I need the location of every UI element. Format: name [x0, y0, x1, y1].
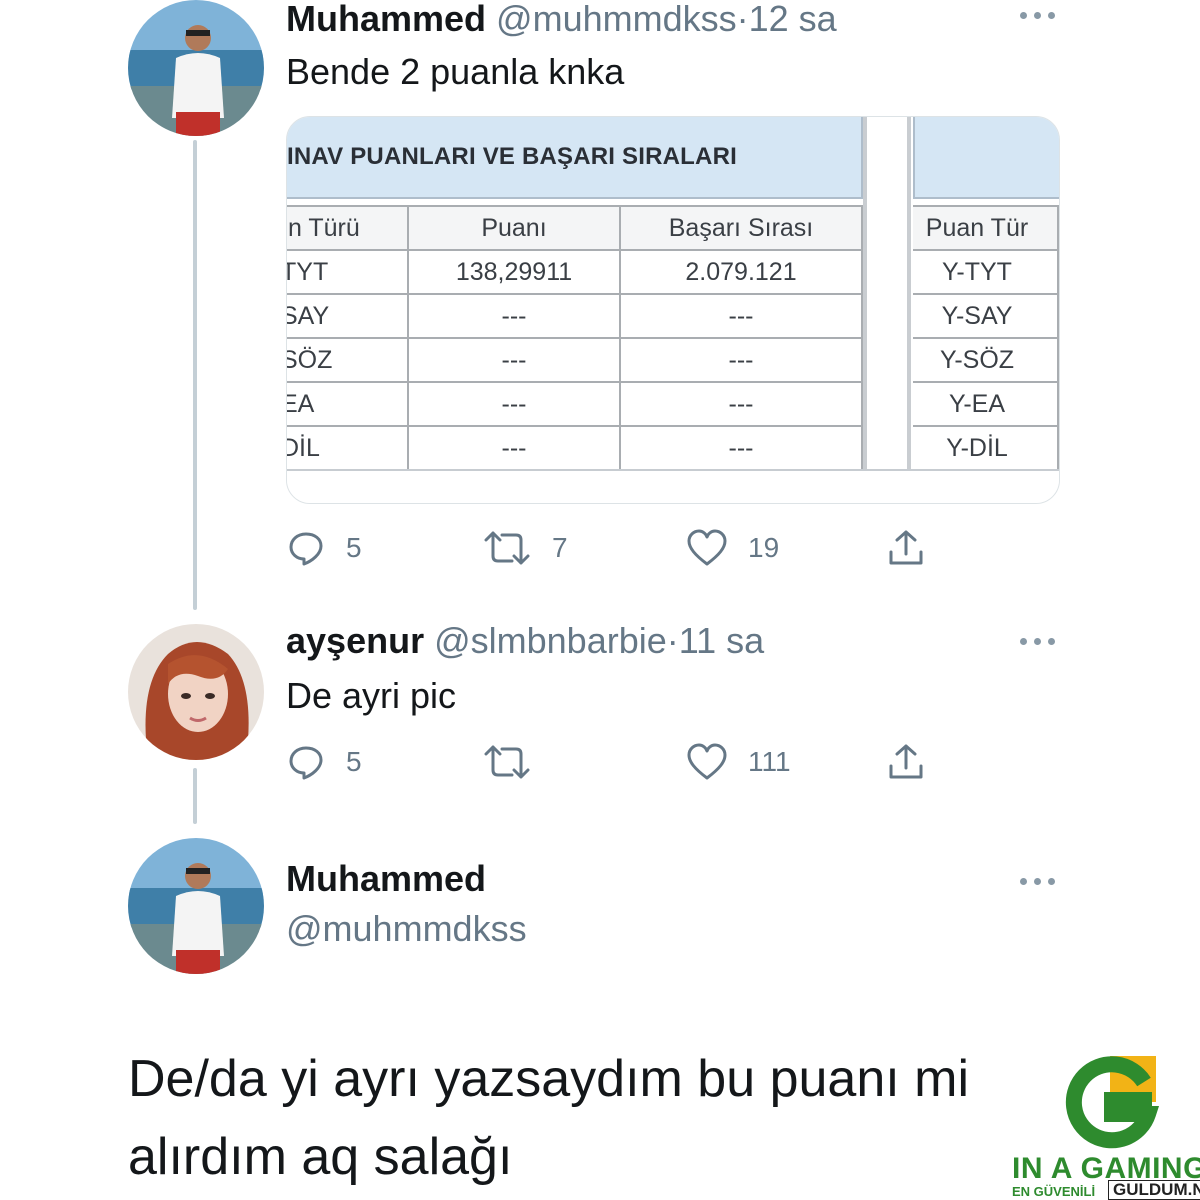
like-icon — [687, 529, 727, 566]
table-row: TYT 138,29911 2.079.121 — [287, 249, 863, 295]
media-divider — [863, 117, 913, 503]
table-cell: 138,29911 — [407, 249, 621, 295]
media-title: INAV PUANLARI VE BAŞARI SIRALARI — [287, 143, 737, 170]
media-header-band: INAV PUANLARI VE BAŞARI SIRALARI — [287, 117, 863, 199]
table-header-cell: Puanı — [407, 205, 621, 251]
avatar[interactable] — [128, 0, 264, 136]
table-cell: --- — [619, 425, 863, 471]
watermark: IN A GAMING EN GÜVENİLİ GULDUM.NET — [1012, 1052, 1200, 1200]
reply-button[interactable]: 5 — [286, 742, 362, 782]
table-cell: EA — [287, 381, 409, 427]
table-cell: --- — [407, 425, 621, 471]
share-button[interactable] — [886, 742, 926, 782]
table-row: Y-SAY — [911, 293, 1059, 339]
tweet-text: De/da yi ayrı yazsaydım bu puanı mi alır… — [128, 1050, 970, 1186]
table-row: SÖZ --- --- — [287, 337, 863, 383]
tweet-actions: 5 111 — [286, 742, 946, 782]
table-cell: 2.079.121 — [619, 249, 863, 295]
retweet-icon — [484, 531, 530, 565]
display-name[interactable]: Muhammed — [286, 0, 486, 39]
user-handle[interactable]: @slmbnbarbie — [434, 620, 667, 661]
table-header-cell: Başarı Sırası — [619, 205, 863, 251]
table-cell: --- — [407, 337, 621, 383]
gaming-logo-icon — [1065, 1056, 1160, 1149]
table-row: Y-DİL — [911, 425, 1059, 471]
media-footer-strip — [287, 469, 1059, 503]
reply-count: 5 — [346, 746, 362, 777]
reply-count: 5 — [346, 532, 362, 563]
table-row: Y-SÖZ — [911, 337, 1059, 383]
table-row: SAY --- --- — [287, 293, 863, 339]
table-cell: --- — [407, 293, 621, 339]
tweet-header: ayşenur @slmbnbarbie·11 sa — [286, 620, 764, 662]
reply-icon — [289, 532, 323, 566]
table-cell: Y-DİL — [911, 425, 1059, 471]
display-name[interactable]: ayşenur — [286, 620, 424, 661]
table-cell: SÖZ — [287, 337, 409, 383]
table-cell: --- — [407, 381, 621, 427]
more-icon[interactable] — [1018, 634, 1058, 648]
table-cell: --- — [619, 381, 863, 427]
table-cell: --- — [619, 337, 863, 383]
retweet-count: 7 — [552, 532, 568, 563]
like-count: 19 — [748, 532, 780, 563]
separator: · — [666, 620, 679, 661]
separator: · — [736, 0, 749, 39]
table-cell: SAY — [287, 293, 409, 339]
table-row: DİL --- --- — [287, 425, 863, 471]
share-icon — [889, 744, 923, 779]
like-count: 111 — [748, 746, 791, 777]
table-row: Y-TYT — [911, 249, 1059, 295]
watermark-tagline: EN GÜVENİLİ — [1012, 1184, 1096, 1199]
more-icon[interactable] — [1018, 8, 1058, 22]
tweet-media-image[interactable]: INAV PUANLARI VE BAŞARI SIRALARI ın Türü… — [286, 116, 1060, 504]
avatar[interactable] — [128, 838, 264, 974]
more-icon[interactable] — [1018, 874, 1058, 888]
table-row: EA --- --- — [287, 381, 863, 427]
table-cell: Y-EA — [911, 381, 1059, 427]
watermark-site: GULDUM.NET — [1108, 1180, 1200, 1200]
tweet-text: De ayri pic — [286, 675, 457, 716]
table-header-cell: ın Türü — [287, 205, 409, 251]
score-table: ın Türü Puanı Başarı Sırası TYT 138,2991… — [287, 205, 863, 471]
tweet-header: Muhammed @muhmmdkss·12 sa — [286, 0, 837, 40]
table-cell: Y-TYT — [911, 249, 1059, 295]
table-header-cell: Puan Tür — [911, 205, 1059, 251]
avatar[interactable] — [128, 624, 264, 760]
user-handle[interactable]: @muhmmdkss — [286, 908, 527, 950]
user-handle[interactable]: @muhmmdkss — [496, 0, 737, 39]
table-cell: DİL — [287, 425, 409, 471]
table-cell: TYT — [287, 249, 409, 295]
media-header-band — [913, 117, 1059, 199]
retweet-button[interactable] — [482, 742, 552, 782]
timestamp[interactable]: 11 sa — [679, 620, 764, 661]
display-name[interactable]: Muhammed — [286, 858, 486, 900]
retweet-button[interactable]: 7 — [482, 528, 568, 568]
tweet-actions: 5 7 19 — [286, 528, 946, 568]
table-row: Y-EA — [911, 381, 1059, 427]
reply-icon — [289, 746, 323, 780]
table-cell: Y-SAY — [911, 293, 1059, 339]
reply-button[interactable]: 5 — [286, 528, 362, 568]
thread-line — [193, 140, 197, 610]
score-table-secondary: Puan Tür Y-TYT Y-SAY Y-SÖZ Y-EA Y-DİL — [911, 205, 1059, 471]
like-button[interactable]: 111 — [686, 742, 791, 782]
tweet-text: Bende 2 puanla knka — [286, 51, 625, 92]
retweet-icon — [484, 745, 530, 779]
share-icon — [889, 530, 923, 565]
like-icon — [687, 743, 727, 780]
timestamp[interactable]: 12 sa — [749, 0, 837, 39]
share-button[interactable] — [886, 528, 926, 568]
like-button[interactable]: 19 — [686, 528, 779, 568]
thread-line — [193, 768, 197, 824]
table-cell: --- — [619, 293, 863, 339]
table-cell: Y-SÖZ — [911, 337, 1059, 383]
